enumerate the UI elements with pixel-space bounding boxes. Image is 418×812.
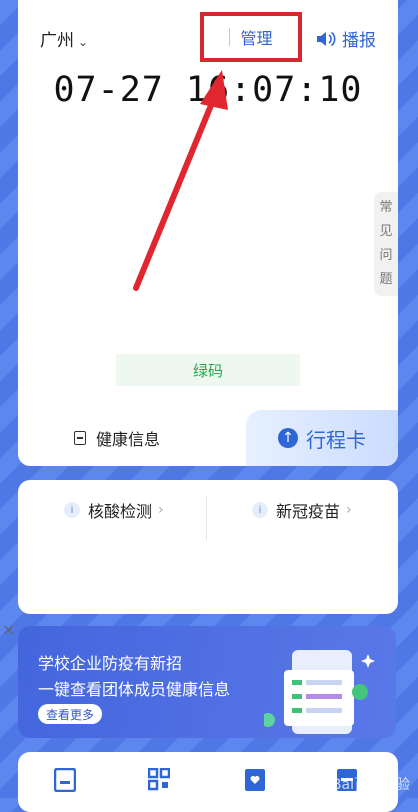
code-status-badge: 绿码 xyxy=(116,354,300,386)
speaker-icon xyxy=(317,31,336,46)
heart-card-icon[interactable] xyxy=(244,768,266,792)
nucleic-test-label: 核酸检测 xyxy=(88,502,153,521)
broadcast-button[interactable]: 播报 xyxy=(316,26,376,51)
phone-illustration-icon xyxy=(264,650,375,734)
info-icon: i xyxy=(64,502,80,518)
qr-code-icon[interactable] xyxy=(148,768,170,792)
trip-card-tab[interactable]: ↑ 行程卡 xyxy=(246,410,398,466)
nucleic-test-link[interactable]: i 核酸检测 › xyxy=(64,498,164,522)
promo-banner[interactable]: 学校企业防疫有新招 一键查看团体成员健康信息 查看更多 xyxy=(18,626,396,738)
broadcast-label: 播报 xyxy=(342,31,376,51)
chevron-right-icon: › xyxy=(346,502,352,518)
arrow-up-circle-icon: ↑ xyxy=(278,428,298,448)
vaccine-label: 新冠疫苗 xyxy=(276,502,341,521)
id-card-icon[interactable] xyxy=(54,768,76,792)
banner-line-2: 一键查看团体成员健康信息 xyxy=(38,680,231,699)
divider xyxy=(206,496,207,540)
manage-button[interactable]: 管理 xyxy=(200,12,302,62)
divider xyxy=(229,28,231,46)
manage-label: 管理 xyxy=(240,29,273,48)
info-icon: i xyxy=(252,502,268,518)
trip-card-label: 行程卡 xyxy=(306,427,366,452)
health-info-label: 健康信息 xyxy=(96,430,161,449)
services-card: i 核酸检测 › i 新冠疫苗 › xyxy=(18,480,398,614)
health-code-card: 广州 ⌄ 管理 播报 07-27 16:07:10 常 见 问 题 绿码 健康信息… xyxy=(18,0,398,466)
chevron-right-icon: › xyxy=(158,502,164,518)
view-more-button[interactable]: 查看更多 xyxy=(38,704,103,724)
chevron-down-icon: ⌄ xyxy=(78,35,89,49)
faq-tab[interactable]: 常 见 问 题 xyxy=(374,192,398,296)
city-selector[interactable]: 广州 ⌄ xyxy=(40,26,88,51)
close-icon[interactable]: × xyxy=(2,620,15,639)
current-datetime: 07-27 16:07:10 xyxy=(53,70,363,110)
health-info-tab[interactable]: 健康信息 xyxy=(74,426,160,450)
banner-line-1: 学校企业防疫有新招 xyxy=(38,654,183,673)
city-label: 广州 xyxy=(40,31,74,51)
vaccine-link[interactable]: i 新冠疫苗 › xyxy=(252,498,352,522)
watermark: Bai百度经验 xyxy=(331,777,410,793)
document-icon xyxy=(74,431,86,445)
